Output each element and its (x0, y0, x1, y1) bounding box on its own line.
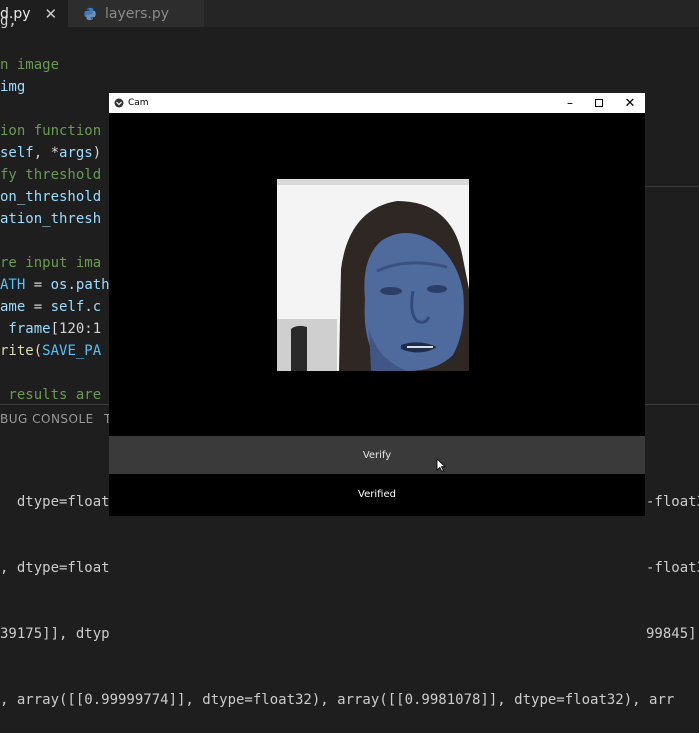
code-token: fy threshold (0, 167, 102, 183)
code-token: path (75, 277, 110, 293)
code-line: n image (0, 54, 110, 76)
code-line: ame = self.c (0, 296, 110, 318)
cam-window[interactable]: Cam – ✕ Verify Verified (109, 93, 645, 516)
code-line: results are (0, 384, 110, 406)
code-token: args (59, 145, 93, 161)
code-line: re input ima (0, 252, 110, 274)
code-line: ation_thresh (0, 208, 110, 230)
code-token: os (50, 277, 68, 293)
code-token: results are (0, 387, 102, 403)
code-token: = (25, 277, 51, 293)
code-token: ation_thresh (0, 211, 102, 227)
verification-status: Verified (358, 489, 396, 500)
maximize-icon[interactable] (584, 93, 614, 113)
code-line: self, *args) (0, 142, 110, 164)
code-token: ) (92, 145, 102, 161)
mouse-cursor-icon (436, 458, 446, 472)
webcam-face-picture (277, 179, 469, 371)
code-editor[interactable]: g, n image img ion function self, *args) fy t… (0, 10, 110, 406)
code-token: , * (33, 145, 60, 161)
code-token: = (25, 299, 51, 315)
code-line: rite(SAVE_PA (0, 340, 110, 362)
tab-debug-console[interactable]: BUG CONSOLE (0, 409, 94, 429)
code-token: . (84, 299, 93, 315)
code-token: g, (0, 13, 17, 29)
code-line: ion function (0, 120, 110, 142)
code-token: re input ima (0, 255, 102, 271)
code-token: SAVE_PA (42, 343, 102, 359)
tab-label: layers.py (105, 5, 170, 22)
webcam-feed-image (277, 179, 469, 371)
code-line: ATH = os.path (0, 274, 110, 296)
code-line: img (0, 76, 110, 98)
code-line: fy threshold (0, 164, 110, 186)
code-token: img (0, 79, 26, 95)
terminal-line: -float3 (646, 560, 699, 576)
minimize-icon[interactable]: – (555, 93, 585, 113)
code-token: self (0, 145, 34, 161)
code-line: frame[120:1 (0, 318, 110, 340)
code-token: n image (0, 57, 60, 73)
terminal-output-right: -float3 -float3 99845] (646, 447, 699, 667)
terminal-line: -float3 (646, 494, 699, 510)
code-token: self (50, 299, 85, 315)
code-token: ATH (0, 277, 26, 293)
code-token: [120:1 (50, 321, 102, 337)
terminal-line: 39175]], dtyp (0, 626, 110, 642)
code-token: ame (0, 299, 26, 315)
terminal-line: , dtype=float (0, 560, 110, 576)
terminal-line: 99845] (646, 626, 697, 642)
window-app-icon (114, 98, 124, 108)
close-icon[interactable]: ✕ (615, 93, 645, 113)
code-token: ( (33, 343, 43, 359)
code-token: c (92, 299, 102, 315)
code-line: on_threshold (0, 186, 110, 208)
code-token: rite (0, 343, 34, 359)
code-line: g, (0, 10, 110, 32)
code-token: ion function (0, 123, 102, 139)
code-token: . (67, 277, 76, 293)
window-title: Cam (128, 98, 149, 108)
code-token: frame (0, 321, 51, 337)
editor-divider (644, 186, 699, 187)
terminal-line: , array([[0.99999774]], dtype=float32), … (0, 692, 675, 708)
window-titlebar[interactable]: Cam – ✕ (109, 93, 645, 113)
verify-button[interactable]: Verify (109, 436, 645, 474)
code-token: on_threshold (0, 189, 102, 205)
